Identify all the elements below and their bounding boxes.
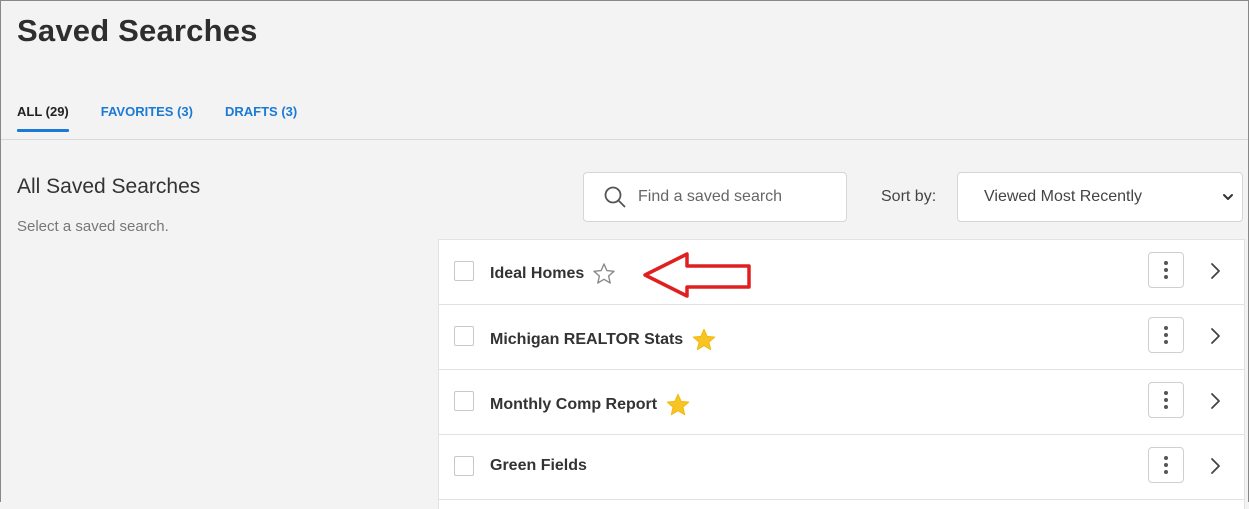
saved-search-list: Ideal Homes Michigan REALTOR Stats Month…	[438, 239, 1245, 509]
search-icon	[604, 186, 626, 208]
search-name-label: Monthly Comp Report	[490, 396, 658, 413]
row-checkbox[interactable]	[454, 261, 474, 281]
section-subtitle: Select a saved search.	[17, 218, 169, 235]
search-name: Monthly Comp Report	[490, 392, 691, 418]
sort-label: Sort by:	[881, 188, 937, 205]
list-item[interactable]: Michigan REALTOR Stats	[439, 305, 1244, 370]
more-options-button[interactable]	[1148, 447, 1184, 483]
chevron-down-icon	[1223, 194, 1233, 200]
section-title: All Saved Searches	[17, 175, 201, 198]
search-input[interactable]	[636, 187, 830, 207]
row-checkbox[interactable]	[454, 326, 474, 346]
tab-favorites[interactable]: FAVORITES (3)	[101, 104, 193, 132]
search-name: Ideal Homes	[490, 262, 616, 286]
search-name: Michigan REALTOR Stats	[490, 327, 717, 353]
kebab-menu-icon	[1164, 261, 1168, 279]
kebab-menu-icon	[1164, 456, 1168, 474]
more-options-button[interactable]	[1148, 252, 1184, 288]
list-item[interactable]: Monthly Comp Report	[439, 370, 1244, 435]
search-name: Green Fields	[490, 457, 587, 475]
star-outline-icon[interactable]	[592, 262, 616, 286]
red-arrow-annotation	[643, 252, 751, 298]
more-options-button[interactable]	[1148, 382, 1184, 418]
sort-selected-value: Viewed Most Recently	[984, 188, 1142, 205]
page-title: Saved Searches	[17, 13, 258, 48]
row-checkbox[interactable]	[454, 456, 474, 476]
tab-divider	[1, 139, 1248, 140]
star-filled-icon[interactable]	[665, 392, 691, 418]
chevron-right-icon[interactable]	[1209, 327, 1221, 345]
kebab-menu-icon	[1164, 391, 1168, 409]
list-item[interactable]: Ideal Homes	[439, 240, 1244, 305]
chevron-right-icon[interactable]	[1209, 392, 1221, 410]
sort-select[interactable]: Viewed Most Recently	[957, 172, 1243, 222]
more-options-button[interactable]	[1148, 317, 1184, 353]
search-name-label: Michigan REALTOR Stats	[490, 331, 684, 348]
chevron-right-icon[interactable]	[1209, 457, 1221, 475]
search-box[interactable]	[583, 172, 847, 222]
search-name-label: Ideal Homes	[490, 265, 585, 282]
search-name-label: Green Fields	[490, 457, 587, 474]
tab-bar: ALL (29) FAVORITES (3) DRAFTS (3)	[17, 104, 329, 132]
list-item[interactable]: Green Fields	[439, 435, 1244, 500]
star-filled-icon[interactable]	[691, 327, 717, 353]
chevron-right-icon[interactable]	[1209, 262, 1221, 280]
kebab-menu-icon	[1164, 326, 1168, 344]
row-checkbox[interactable]	[454, 391, 474, 411]
tab-drafts[interactable]: DRAFTS (3)	[225, 104, 297, 132]
tab-all[interactable]: ALL (29)	[17, 104, 69, 132]
